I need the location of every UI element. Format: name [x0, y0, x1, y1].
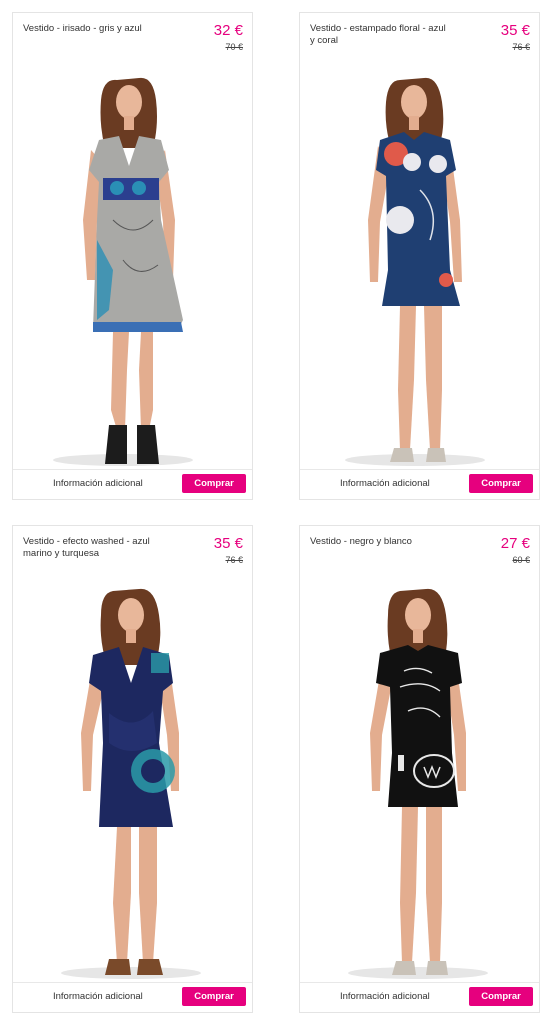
- product-old-price: 76 €: [512, 42, 530, 52]
- product-title[interactable]: Vestido - estampado floral - azul y cora…: [310, 23, 450, 47]
- buy-button[interactable]: Comprar: [469, 987, 533, 1006]
- product-card: Vestido - estampado floral - azul y cora…: [299, 12, 540, 500]
- product-old-price: 60 €: [512, 555, 530, 565]
- additional-info-link[interactable]: Información adicional: [340, 478, 430, 489]
- additional-info-link[interactable]: Información adicional: [340, 991, 430, 1002]
- product-card: Vestido - irisado - gris y azul 32 € 70 …: [12, 12, 253, 500]
- product-title[interactable]: Vestido - efecto washed - azul marino y …: [23, 536, 163, 560]
- additional-info-link[interactable]: Información adicional: [53, 991, 143, 1002]
- product-image[interactable]: [13, 583, 252, 984]
- product-card-header: Vestido - efecto washed - azul marino y …: [13, 526, 252, 584]
- product-price: 32 €: [213, 22, 243, 39]
- buy-button[interactable]: Comprar: [469, 474, 533, 493]
- product-old-price: 70 €: [225, 42, 243, 52]
- product-card-footer: Información adicional Comprar: [300, 469, 539, 499]
- product-card: Vestido - negro y blanco 27 € 60 € Infor…: [299, 525, 540, 1013]
- model-illustration: [61, 588, 201, 979]
- product-old-price: 76 €: [225, 555, 243, 565]
- product-price: 35 €: [213, 535, 243, 552]
- additional-info-link[interactable]: Información adicional: [53, 478, 143, 489]
- product-card-header: Vestido - negro y blanco 27 € 60 €: [300, 526, 539, 584]
- product-card: Vestido - efecto washed - azul marino y …: [12, 525, 253, 1013]
- product-card-header: Vestido - irisado - gris y azul 32 € 70 …: [13, 13, 252, 71]
- product-image[interactable]: [300, 583, 539, 984]
- product-card-footer: Información adicional Comprar: [300, 982, 539, 1012]
- product-title[interactable]: Vestido - negro y blanco: [310, 536, 450, 548]
- product-image[interactable]: [13, 70, 252, 471]
- product-card-footer: Información adicional Comprar: [13, 982, 252, 1012]
- buy-button[interactable]: Comprar: [182, 987, 246, 1006]
- model-illustration: [348, 588, 488, 979]
- model-illustration: [53, 77, 193, 466]
- product-image[interactable]: [300, 70, 539, 471]
- model-illustration: [345, 77, 485, 466]
- product-price: 35 €: [500, 22, 530, 39]
- product-card-header: Vestido - estampado floral - azul y cora…: [300, 13, 539, 71]
- product-title[interactable]: Vestido - irisado - gris y azul: [23, 23, 163, 35]
- product-price: 27 €: [500, 535, 530, 552]
- buy-button[interactable]: Comprar: [182, 474, 246, 493]
- product-card-footer: Información adicional Comprar: [13, 469, 252, 499]
